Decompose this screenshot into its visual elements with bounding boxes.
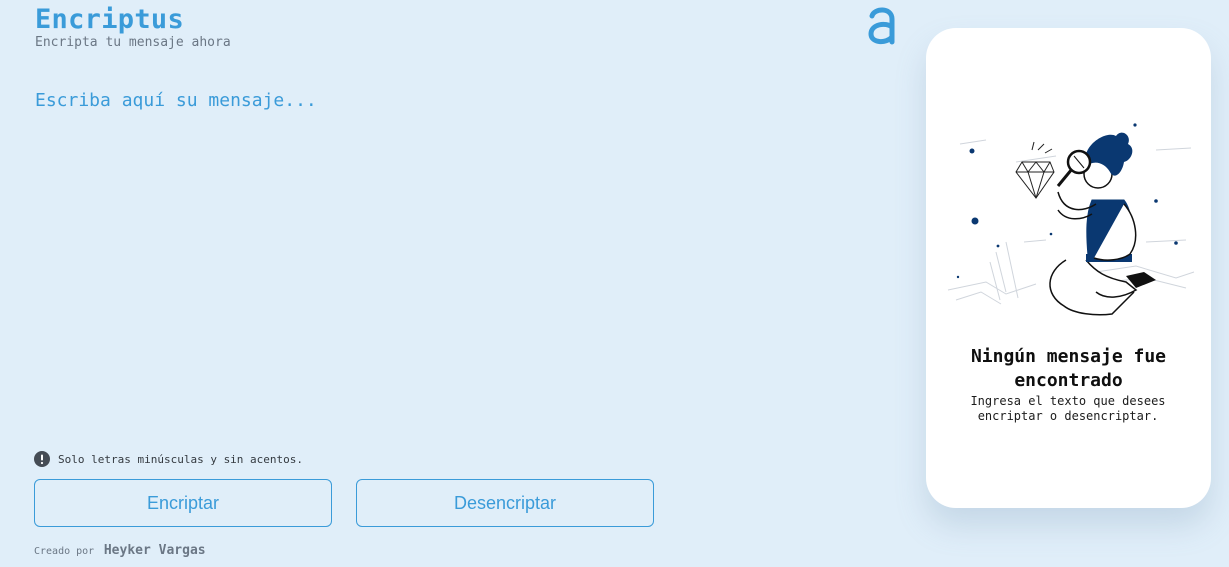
app-title: Encriptus — [35, 4, 184, 35]
output-panel: Ningún mensaje fue encontrado Ingresa el… — [926, 28, 1211, 508]
decrypt-button[interactable]: Desencriptar — [356, 479, 654, 527]
alura-logo-icon — [868, 7, 895, 45]
empty-state-title: Ningún mensaje fue encontrado — [970, 345, 1167, 391]
encrypt-button[interactable]: Encriptar — [34, 479, 332, 527]
author-name: Heyker Vargas — [103, 543, 206, 558]
empty-state-description: Ingresa el texto que desees encriptar o … — [970, 394, 1166, 423]
hint-text: Solo letras minúsculas y sin acentos. — [58, 452, 304, 466]
message-input[interactable] — [35, 86, 855, 426]
app-subtitle: Encripta tu mensaje ahora — [35, 35, 231, 50]
brand-header: Encriptus Encripta tu mensaje ahora — [35, 4, 231, 50]
person-with-magnifying-glass-illustration — [947, 123, 1195, 316]
credit-label: Creado por — [34, 546, 95, 557]
footer-credit: Creado por Heyker Vargas — [34, 539, 206, 558]
exclamation-circle-icon — [34, 451, 50, 467]
input-hint: Solo letras minúsculas y sin acentos. — [34, 451, 303, 467]
